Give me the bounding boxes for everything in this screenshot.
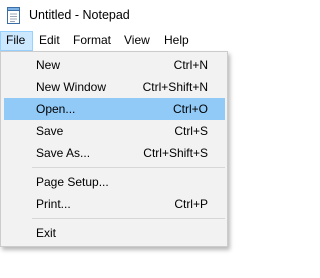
menu-item-print[interactable]: Print... Ctrl+P bbox=[4, 193, 225, 215]
menu-item-label: Print... bbox=[36, 197, 71, 211]
menu-view[interactable]: View bbox=[119, 31, 155, 51]
file-menu-dropdown: New Ctrl+N New Window Ctrl+Shift+N Open.… bbox=[0, 51, 228, 247]
menu-separator bbox=[32, 167, 225, 168]
menu-item-label: New bbox=[36, 58, 61, 72]
menu-item-shortcut: Ctrl+Shift+S bbox=[143, 146, 208, 160]
notepad-icon bbox=[7, 7, 20, 24]
menu-item-label: Save As... bbox=[36, 146, 91, 160]
menu-item-exit[interactable]: Exit bbox=[4, 222, 225, 244]
menu-item-new-window[interactable]: New Window Ctrl+Shift+N bbox=[4, 76, 225, 98]
menu-item-page-setup[interactable]: Page Setup... bbox=[4, 171, 225, 193]
menu-item-shortcut: Ctrl+Shift+N bbox=[142, 80, 208, 94]
menu-item-shortcut: Ctrl+P bbox=[174, 197, 208, 211]
menu-item-shortcut: Ctrl+S bbox=[174, 124, 208, 138]
menu-item-save[interactable]: Save Ctrl+S bbox=[4, 120, 225, 142]
menu-item-label: New Window bbox=[36, 80, 107, 94]
window-title: Untitled - Notepad bbox=[29, 8, 130, 22]
title-bar: Untitled - Notepad bbox=[0, 0, 273, 31]
menu-item-label: Exit bbox=[36, 226, 57, 240]
menu-bar: File Edit Format View Help bbox=[0, 31, 273, 51]
menu-separator bbox=[32, 218, 225, 219]
menu-file[interactable]: File bbox=[0, 31, 33, 51]
menu-item-label: Page Setup... bbox=[36, 175, 109, 189]
menu-item-open[interactable]: Open... Ctrl+O bbox=[4, 98, 225, 120]
menu-item-shortcut: Ctrl+O bbox=[172, 102, 208, 116]
menu-item-save-as[interactable]: Save As... Ctrl+Shift+S bbox=[4, 142, 225, 164]
menu-item-label: Open... bbox=[36, 102, 76, 116]
menu-format[interactable]: Format bbox=[68, 31, 116, 51]
menu-item-shortcut: Ctrl+N bbox=[173, 58, 208, 72]
menu-item-new[interactable]: New Ctrl+N bbox=[4, 54, 225, 76]
menu-item-label: Save bbox=[36, 124, 64, 138]
menu-edit[interactable]: Edit bbox=[34, 31, 65, 51]
menu-help[interactable]: Help bbox=[159, 31, 194, 51]
